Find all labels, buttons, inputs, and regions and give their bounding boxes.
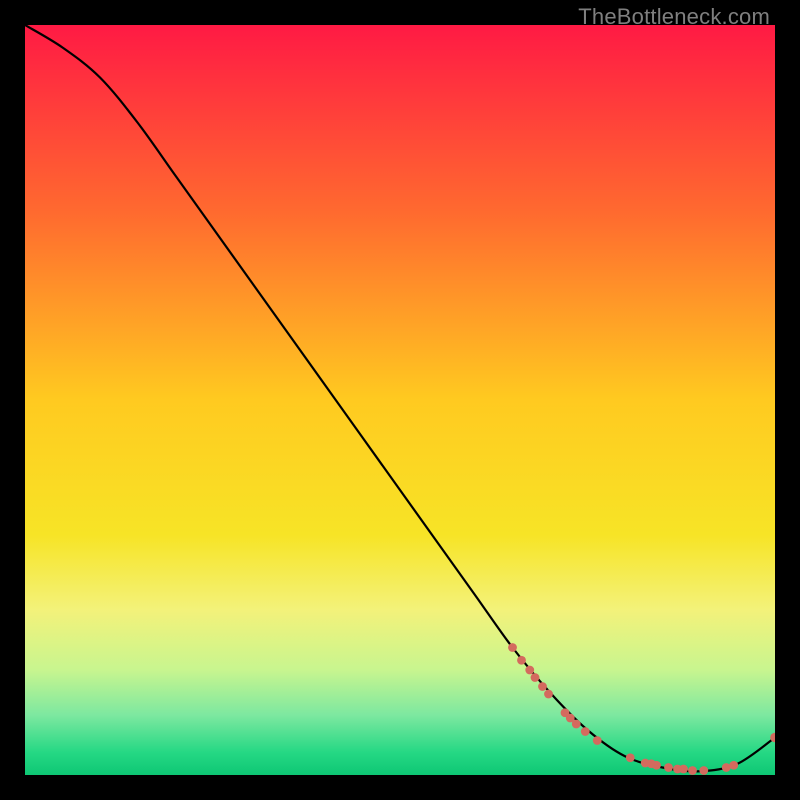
data-point xyxy=(538,682,547,691)
watermark-text: TheBottleneck.com xyxy=(578,4,770,30)
data-point xyxy=(688,766,697,775)
chart-frame xyxy=(25,25,775,775)
data-point xyxy=(544,690,553,699)
bottleneck-chart xyxy=(25,25,775,775)
data-point xyxy=(664,763,673,772)
plot-background xyxy=(25,25,775,775)
data-point xyxy=(572,720,581,729)
data-point xyxy=(531,673,540,682)
data-point xyxy=(508,643,517,652)
data-point xyxy=(517,656,526,665)
data-point xyxy=(679,765,688,774)
data-point xyxy=(626,753,635,762)
data-point xyxy=(722,763,731,772)
data-point xyxy=(525,666,534,675)
data-point xyxy=(699,766,708,775)
data-point xyxy=(652,761,661,770)
data-point xyxy=(729,761,738,770)
data-point xyxy=(581,727,590,736)
data-point xyxy=(593,736,602,745)
